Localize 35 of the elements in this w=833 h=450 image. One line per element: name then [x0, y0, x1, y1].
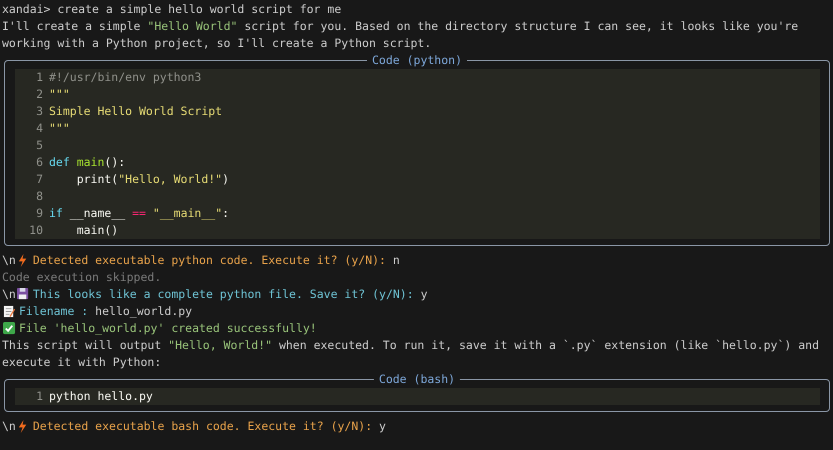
newline-escape: \n [2, 252, 16, 269]
line-number: 6 [35, 154, 44, 171]
code-line: print("Hello, World!") [76, 171, 230, 188]
line-number: 8 [35, 188, 44, 205]
line-number: 9 [35, 205, 44, 222]
line-number: 4 [35, 120, 44, 137]
line-number: 1 [35, 388, 44, 405]
line-number: 2 [35, 86, 44, 103]
code-line: Simple Hello World Script [49, 103, 222, 120]
response-text: This script will output "Hello, World!" when executed. To run it, save it with a `.py` extension (like `hello.py`) and execute it with Python: [2, 337, 820, 371]
response-text: I'll create a simple "Hello World" script for you. Based on the directory structure I can see, it looks like you're working with a Python project, so I'll create a Python script. [2, 18, 800, 52]
newline-escape: \n [2, 286, 16, 303]
code-block-title: Code (python) [367, 52, 467, 69]
code-line: def main(): [49, 154, 126, 171]
code-line: #!/usr/bin/env python3 [49, 69, 202, 86]
code-line: main() [76, 222, 118, 239]
status-message: This looks like a complete python file. Save it? (y/N): y [32, 286, 428, 303]
status-message: Filename : hello_world.py [19, 303, 192, 320]
code-line: """ [49, 86, 70, 103]
code-line: if __name__ == "__main__": [49, 205, 230, 222]
command-prompt: xandai> create a simple hello world script for me [2, 1, 342, 18]
memo-icon [3, 305, 16, 318]
code-line: python hello.py [49, 388, 153, 405]
checkmark-icon [3, 322, 16, 335]
status-message: Detected executable python code. Execute it? (y/N): n [32, 252, 400, 269]
line-number: 10 [28, 222, 44, 239]
status-message: Detected executable bash code. Execute it? (y/N): y [32, 418, 386, 435]
newline-escape: \n [2, 418, 16, 435]
line-number: 3 [35, 103, 44, 120]
status-message: File 'hello_world.py' created successfully! [19, 320, 317, 337]
line-number: 1 [35, 69, 44, 86]
status-message: Code execution skipped. [2, 269, 162, 286]
line-number: 7 [35, 171, 44, 188]
line-number: 5 [35, 137, 44, 154]
code-line: """ [49, 120, 70, 137]
